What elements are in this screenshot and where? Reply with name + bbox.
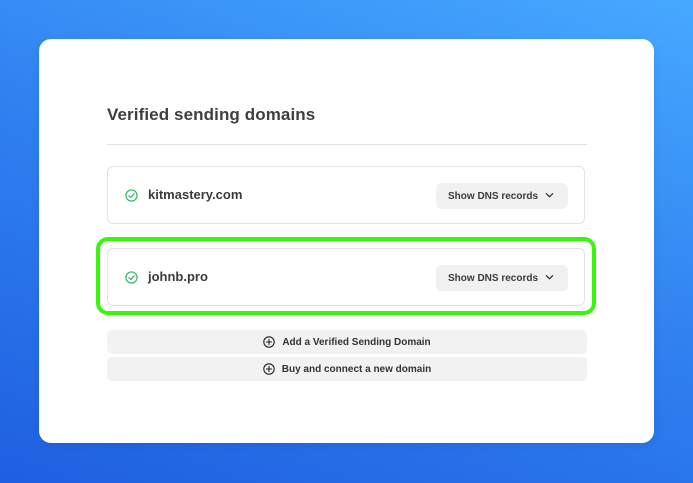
- add-verified-domain-label: Add a Verified Sending Domain: [282, 336, 431, 348]
- buy-new-domain-label: Buy and connect a new domain: [281, 363, 432, 375]
- add-verified-domain-button[interactable]: Add a Verified Sending Domain: [107, 330, 587, 354]
- check-circle-icon: [125, 189, 138, 202]
- chevron-down-icon: [545, 275, 554, 280]
- check-circle-icon: [125, 271, 138, 284]
- buy-new-domain-button[interactable]: Buy and connect a new domain: [107, 357, 587, 381]
- plus-circle-icon: [263, 363, 275, 375]
- show-dns-records-button[interactable]: Show DNS records: [436, 183, 568, 209]
- domain-row-johnb: johnb.pro Show DNS records: [107, 248, 585, 306]
- domain-name: kitmastery.com: [148, 187, 243, 202]
- domain-name: johnb.pro: [148, 269, 208, 284]
- domains-card: Verified sending domains kitmastery.com …: [39, 39, 654, 443]
- show-dns-records-button[interactable]: Show DNS records: [436, 265, 568, 291]
- chevron-down-icon: [545, 193, 554, 198]
- page-title: Verified sending domains: [107, 105, 316, 124]
- domain-row-kitmastery: kitmastery.com Show DNS records: [107, 166, 585, 224]
- divider: [107, 144, 587, 145]
- show-dns-records-label: Show DNS records: [448, 272, 539, 284]
- show-dns-records-label: Show DNS records: [448, 190, 539, 202]
- plus-circle-icon: [263, 336, 276, 348]
